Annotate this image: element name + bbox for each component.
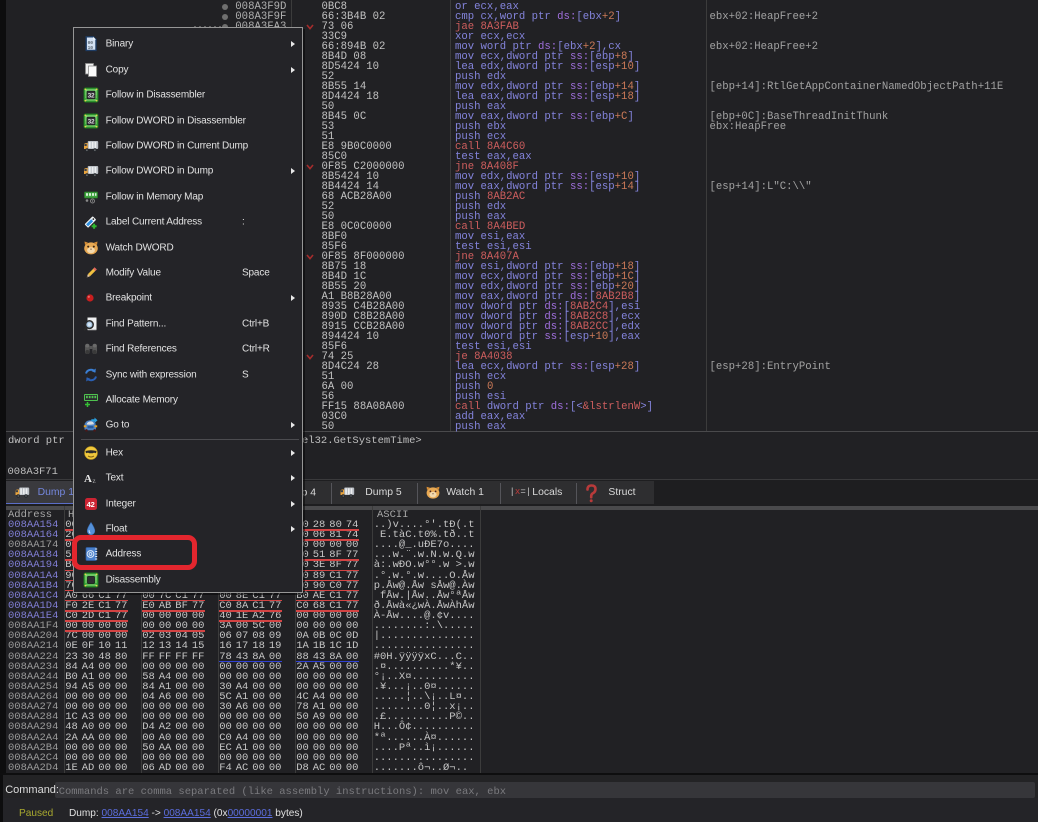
- svg-text:32: 32: [88, 118, 95, 125]
- svg-text:10: 10: [88, 45, 94, 51]
- svg-text:32: 32: [88, 93, 95, 100]
- svg-text:A: A: [84, 473, 92, 485]
- svg-text:42: 42: [87, 500, 95, 509]
- svg-text:z: z: [93, 477, 96, 485]
